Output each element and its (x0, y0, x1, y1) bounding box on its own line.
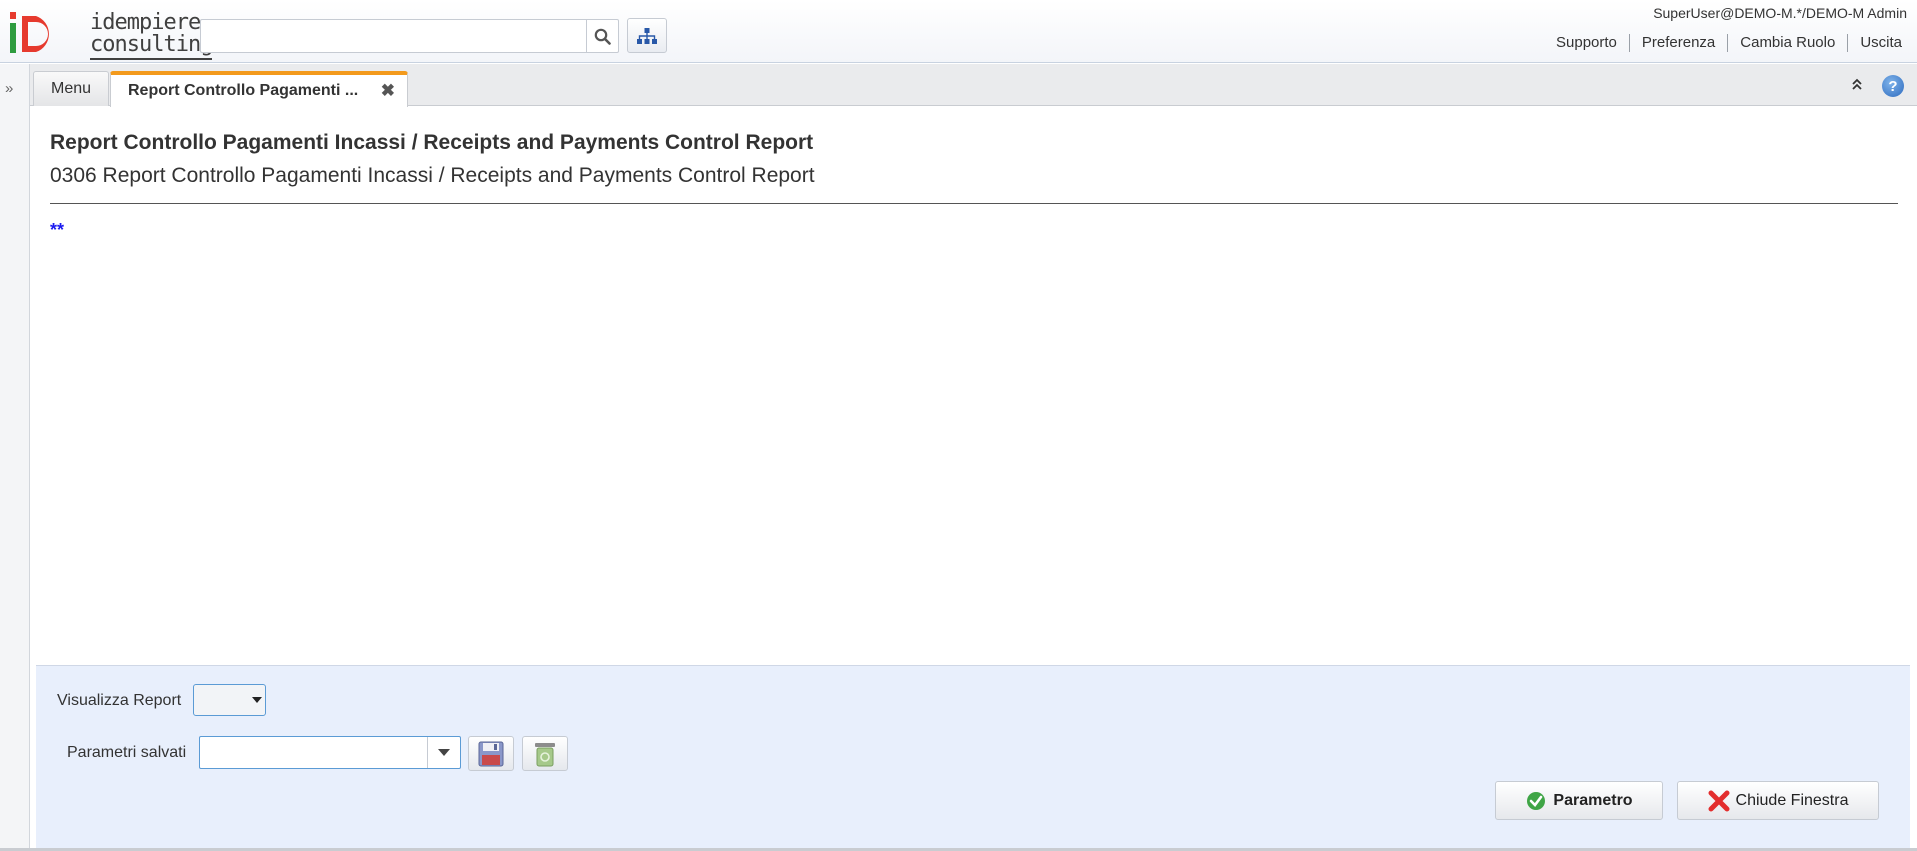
app-header: idempiere consulting SuperUser@DEMO-M.*/… (0, 0, 1917, 63)
link-change-role[interactable]: Cambia Ruolo (1727, 34, 1847, 52)
tab-report-label: Report Controllo Pagamenti ... (128, 82, 359, 99)
caret-down-icon (252, 697, 262, 703)
parameter-ok-button[interactable]: Parametro (1495, 781, 1663, 820)
link-logout[interactable]: Uscita (1847, 34, 1914, 52)
help-icon[interactable]: ? (1882, 75, 1904, 97)
page-subtitle: 0306 Report Controllo Pagamenti Incassi … (50, 164, 815, 187)
report-content-area: Report Controllo Pagamenti Incassi / Rec… (31, 107, 1917, 664)
tab-menu[interactable]: Menu (33, 71, 109, 106)
global-search-input[interactable] (200, 19, 587, 53)
view-report-select[interactable] (193, 684, 266, 716)
chevron-down-icon (438, 749, 450, 756)
red-x-icon (1708, 790, 1730, 811)
west-collapsed-panel: » (0, 64, 30, 851)
tree-menu-button[interactable] (627, 18, 667, 53)
logo-line2: consulting (90, 34, 213, 60)
link-preferences[interactable]: Preferenza (1628, 34, 1727, 52)
page-title: Report Controllo Pagamenti Incassi / Rec… (50, 131, 814, 154)
search-icon (594, 28, 611, 45)
trash-icon (535, 742, 555, 766)
header-links: Supporto Preferenza Cambia Ruolo Uscita (1544, 34, 1914, 52)
saved-params-label: Parametri salvati (67, 744, 187, 761)
saved-params-dropdown-button[interactable] (427, 737, 460, 768)
logo-wordmark: idempiere consulting (90, 12, 213, 60)
green-check-icon (1527, 791, 1546, 810)
window-tab-strip: Menu Report Controllo Pagamenti ... ✖ ? (30, 64, 1917, 107)
saved-params-combobox[interactable] (199, 736, 461, 769)
process-description: ** (50, 220, 65, 240)
idempiere-logo-icon (10, 12, 49, 53)
save-icon (478, 741, 504, 766)
close-icon[interactable]: ✖ (381, 81, 395, 101)
tab-report-active[interactable]: Report Controllo Pagamenti ... ✖ (110, 71, 408, 107)
double-chevron-up-icon[interactable] (1851, 78, 1863, 93)
parameter-panel: Visualizza Report Parametri salvati Para (36, 665, 1910, 848)
title-divider (50, 203, 1898, 204)
delete-params-button[interactable] (522, 736, 568, 771)
double-chevron-right-icon[interactable]: » (5, 80, 13, 97)
collapse-header-glyph (1852, 78, 1862, 90)
link-support[interactable]: Supporto (1544, 34, 1629, 52)
user-role-info: SuperUser@DEMO-M.*/DEMO-M Admin (1653, 5, 1907, 21)
close-window-label: Chiude Finestra (1735, 791, 1849, 809)
view-report-label: Visualizza Report (57, 692, 182, 709)
company-logo[interactable]: idempiere consulting (8, 9, 213, 60)
save-params-button[interactable] (468, 736, 514, 771)
parameter-button-label: Parametro (1553, 791, 1633, 809)
tab-menu-label: Menu (50, 80, 92, 97)
sitemap-icon (637, 27, 657, 44)
close-window-button[interactable]: Chiude Finestra (1677, 781, 1879, 820)
search-button[interactable] (586, 19, 619, 53)
